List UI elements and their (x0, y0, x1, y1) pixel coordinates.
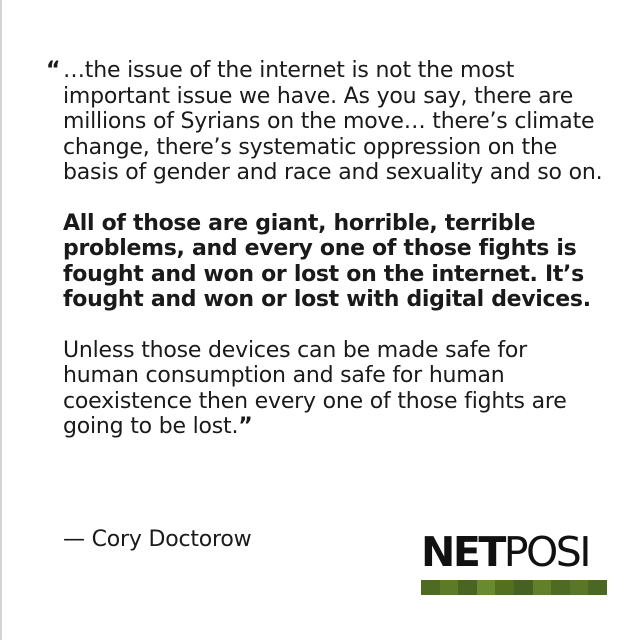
logo-bar-segment (551, 580, 570, 595)
logo-text-bold: NET (421, 528, 506, 576)
logo-bar-segment (569, 580, 589, 595)
quote-paragraph-3: Unless those devices can be made safe fo… (63, 338, 603, 440)
open-quote-mark: “ (46, 58, 61, 83)
logo-bar-segment (495, 580, 514, 595)
logo-bar-segment (588, 580, 607, 595)
quote-paragraph-1: …the issue of the internet is not the mo… (63, 58, 603, 185)
quote-paragraph-2: All of those are giant, horrible, terrib… (63, 210, 591, 313)
logo-bar-segment (421, 580, 440, 595)
logo-wordmark: NETPOSI (421, 528, 592, 576)
quote-attribution: — Cory Doctorow (63, 527, 252, 552)
logo-bar-segment (532, 580, 552, 595)
quote-block: “ …the issue of the internet is not the … (46, 58, 603, 440)
netposi-logo: NETPOSI (421, 528, 607, 596)
logo-bar-segment (513, 580, 533, 595)
left-edge-line (0, 0, 2, 640)
logo-text-light: POSI (503, 528, 592, 576)
logo-bar-segment (458, 580, 477, 595)
logo-color-bar (421, 580, 607, 595)
quote-paragraph-3-text: Unless those devices can be made safe fo… (63, 337, 567, 440)
logo-bar-segment (476, 580, 496, 595)
close-quote-mark: ” (238, 414, 253, 439)
logo-bar-segment (439, 580, 459, 595)
